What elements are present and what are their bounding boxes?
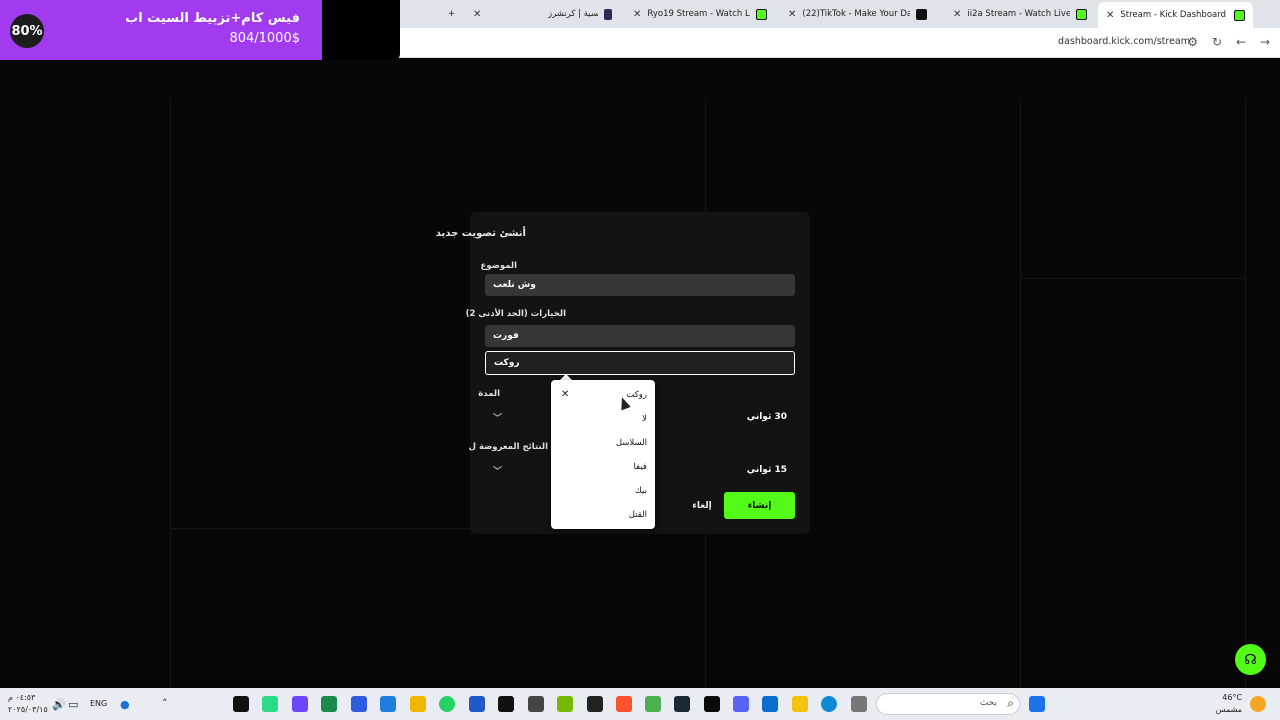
brave-icon[interactable] (616, 696, 632, 712)
tab-ryo19[interactable]: ✕ Ryo19 Stream - Watch Live on Kick (625, 4, 775, 24)
chevron-down-icon: ﹀ (493, 466, 503, 477)
divider (1245, 98, 1246, 688)
nvidia-icon[interactable] (557, 696, 573, 712)
goal-progress-fill (0, 0, 322, 60)
chrome-icon[interactable] (645, 696, 661, 712)
topic-label: الموضوع (480, 261, 517, 271)
divider (170, 98, 171, 688)
results-label: النتائج المعروضة ل (468, 442, 548, 452)
discord-icon[interactable] (733, 696, 749, 712)
divider (1020, 98, 1021, 688)
options-label: الخيارات (الحد الأدنى 2) (465, 309, 566, 319)
rockstar-icon[interactable] (410, 696, 426, 712)
file-explorer-icon[interactable] (792, 696, 808, 712)
reload-icon[interactable]: ↻ (1212, 35, 1222, 49)
goal-percent-badge: 80% (10, 14, 44, 48)
forward-icon[interactable]: → (1260, 35, 1270, 49)
option-1-input[interactable]: فورت (485, 325, 795, 347)
close-icon[interactable]: ✕ (953, 9, 961, 20)
autocomplete-item[interactable]: بيك (635, 486, 647, 496)
autocomplete-item[interactable]: فيفا (633, 462, 647, 472)
epic-games-icon[interactable] (587, 696, 603, 712)
chevron-up-icon[interactable]: ˄ (162, 697, 168, 710)
url-text[interactable]: dashboard.kick.com/stream (1058, 36, 1190, 47)
new-tab-button[interactable]: + (440, 4, 463, 24)
clock-date[interactable]: ٢٠٢٥/٠٣/١٥ (8, 705, 48, 714)
app-icon[interactable] (321, 696, 337, 712)
windows-taskbar: ٠٤:٥٣ م ٢٠٢٥/٠٣/١٥ 🔊 ▭ ENG ● ˄ بحث ⌕ 46°… (0, 688, 1280, 720)
close-icon[interactable]: ✕ (1106, 10, 1114, 21)
close-icon[interactable]: ✕ (633, 9, 641, 20)
tab-kick-dashboard[interactable]: ✕ Stream - Kick Dashboard (1098, 2, 1253, 28)
create-poll-button[interactable]: إنشاء (724, 492, 795, 519)
tab-ii2a[interactable]: ✕ ii2a Stream - Watch Live on Kick (945, 4, 1095, 24)
app-icon[interactable] (528, 696, 544, 712)
whatsapp-icon[interactable] (439, 696, 455, 712)
support-chat-button[interactable]: ☊ (1235, 644, 1266, 675)
option-2-input[interactable]: روكت (485, 351, 795, 375)
edge-icon[interactable] (821, 696, 837, 712)
windows-start-icon[interactable] (1029, 696, 1045, 712)
crunchers-favicon-icon (603, 8, 612, 20)
taskbar-search[interactable]: بحث ⌕ (876, 693, 1020, 715)
tab-crunchers[interactable]: الرئيسية | كرنشرز (540, 4, 620, 24)
goal-progress-text: 804/1000$ (229, 31, 300, 46)
autocomplete-dropdown: ✕ روكت لا السلاسل فيفا بيك القتل (551, 380, 655, 529)
weather-temp: 46°C (1222, 693, 1242, 702)
tab-close-button[interactable]: ✕ (465, 4, 489, 24)
input-language[interactable]: ENG (90, 699, 107, 708)
weather-desc: مشمس (1215, 705, 1242, 714)
headset-icon: ☊ (1244, 651, 1257, 668)
epic-games-icon[interactable] (233, 696, 249, 712)
kick-favicon-icon (1076, 8, 1087, 20)
search-icon: ⌕ (1007, 696, 1014, 710)
clock-time[interactable]: ٠٤:٥٣ م (8, 693, 35, 702)
store-icon[interactable] (762, 696, 778, 712)
autocomplete-item[interactable]: القتل (629, 510, 647, 520)
app-icon[interactable] (351, 696, 367, 712)
speaker-icon[interactable]: 🔊 (52, 698, 66, 711)
weather-icon[interactable] (1250, 696, 1266, 712)
chevron-down-icon: ﹀ (493, 413, 503, 424)
capcut-icon[interactable] (498, 696, 514, 712)
close-icon[interactable]: ✕ (561, 389, 569, 400)
site-settings-icon[interactable]: ⚙ (1187, 35, 1198, 49)
kick-favicon-icon (1234, 9, 1245, 21)
autocomplete-item[interactable]: لا (642, 414, 647, 424)
app-icon[interactable] (292, 696, 308, 712)
donation-goal-banner: 80% فيس كام+تزبيط السيت اب 804/1000$ (0, 0, 400, 60)
back-icon[interactable]: ← (1236, 35, 1246, 49)
tiktok-favicon-icon (916, 8, 927, 20)
app-icon[interactable] (380, 696, 396, 712)
autocomplete-item[interactable]: السلاسل (616, 438, 647, 448)
app-icon[interactable] (704, 696, 720, 712)
app-icon[interactable] (851, 696, 867, 712)
topic-input[interactable]: وش نلعب (485, 274, 795, 296)
network-icon[interactable]: ▭ (68, 698, 78, 711)
steam-icon[interactable] (674, 696, 690, 712)
mic-icon[interactable]: ● (120, 698, 130, 711)
modal-title: أنشئ تصويت جديد (435, 228, 526, 239)
cancel-button[interactable]: إلغاء (682, 492, 722, 519)
close-icon[interactable]: ✕ (788, 9, 796, 20)
tab-tiktok[interactable]: ✕ (22)TikTok - Make Your Day (780, 4, 935, 24)
goal-title: فيس كام+تزبيط السيت اب (125, 11, 300, 26)
ea-icon[interactable] (469, 696, 485, 712)
duration-label: المدة (478, 389, 500, 399)
divider (1020, 278, 1245, 279)
app-icon[interactable] (262, 696, 278, 712)
autocomplete-item[interactable]: روكت (626, 390, 647, 400)
kick-favicon-icon (756, 8, 767, 20)
